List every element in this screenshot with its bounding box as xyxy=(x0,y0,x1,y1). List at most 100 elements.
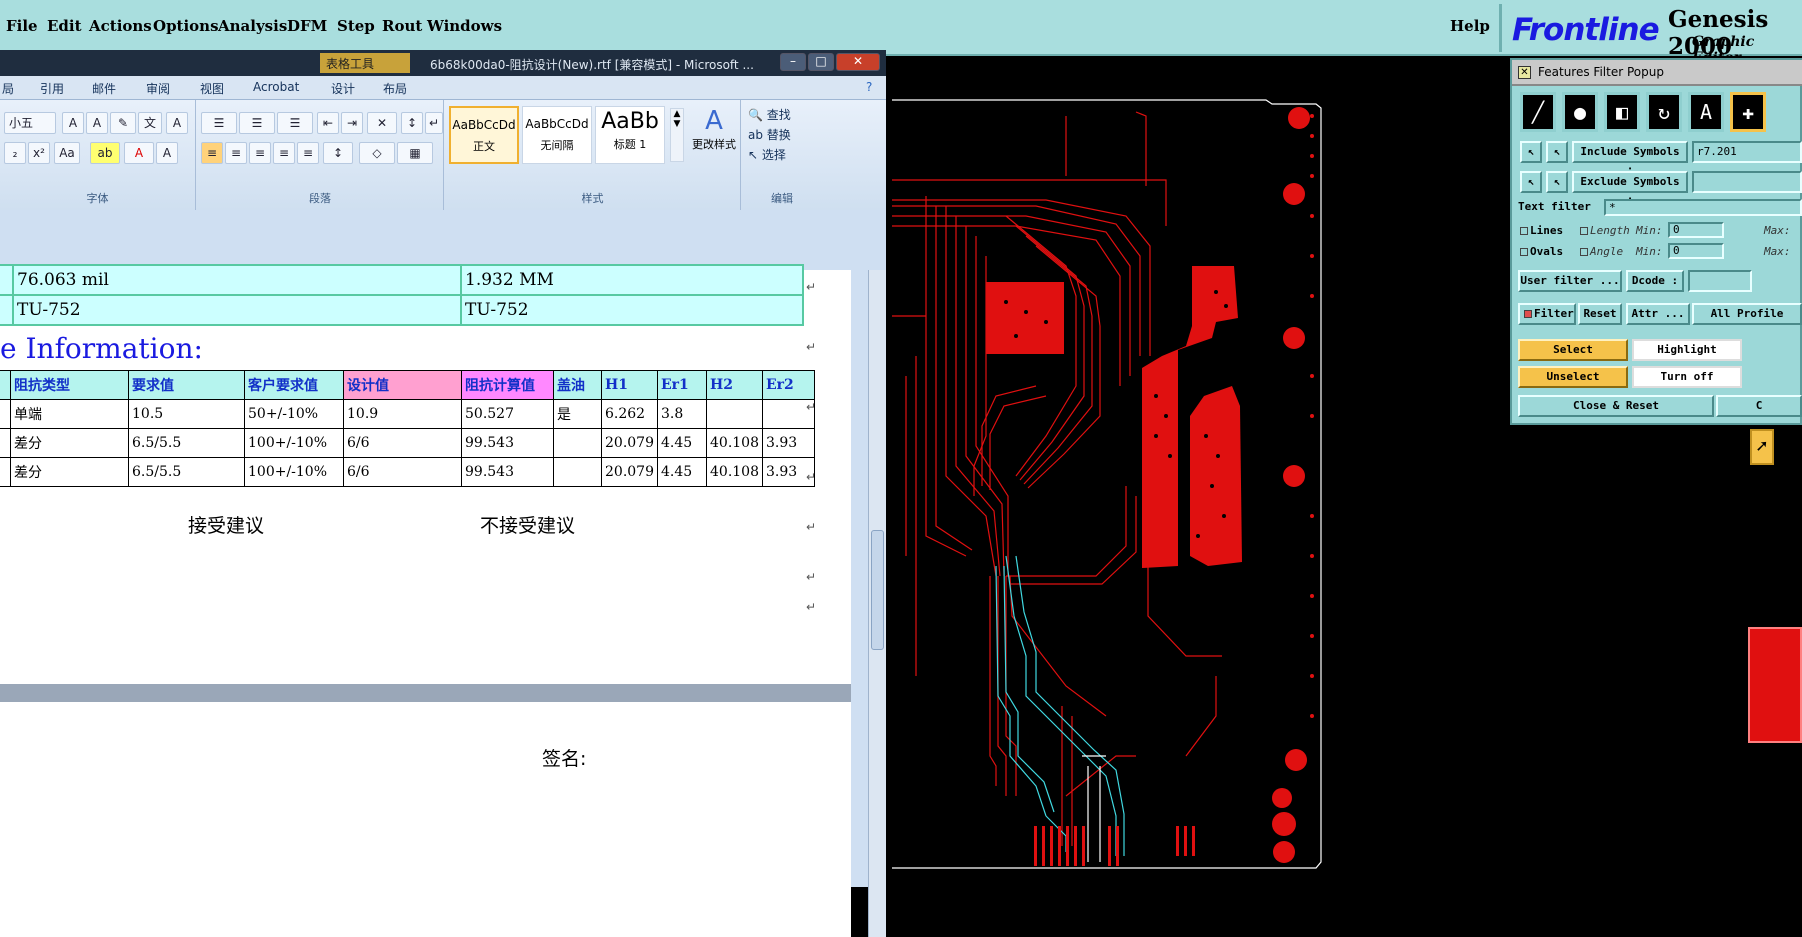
select-button[interactable]: Select xyxy=(1518,339,1628,361)
exclude-arrow-alt-icon[interactable]: ↖ xyxy=(1546,171,1568,193)
table-cell[interactable]: 99.543 xyxy=(461,457,554,487)
exclude-symbols-field[interactable] xyxy=(1692,171,1802,193)
table-cell[interactable]: 1.932 MM xyxy=(460,264,804,296)
table-cell[interactable]: 4.45 xyxy=(657,457,707,487)
length-checkbox[interactable]: Length xyxy=(1580,224,1630,237)
style-normal[interactable]: AaBbCcDd 正文 xyxy=(449,106,519,164)
show-marks-icon[interactable]: ↵ xyxy=(425,112,443,134)
exclude-arrow-icon[interactable]: ↖ xyxy=(1520,171,1542,193)
pad-tool-icon[interactable]: ● xyxy=(1562,92,1598,132)
table-cell[interactable] xyxy=(553,457,602,487)
surface-tool-icon[interactable]: ◧ xyxy=(1604,92,1640,132)
table-cell[interactable]: 3.8 xyxy=(657,399,707,429)
borders-icon[interactable]: ▦ xyxy=(397,142,433,164)
table-cell[interactable]: TU-752 xyxy=(12,294,462,326)
menu-rout[interactable]: Rout xyxy=(382,17,422,35)
chinese-layout-icon[interactable]: ✕ xyxy=(367,112,397,134)
exclude-symbols-button[interactable]: Exclude Symbols : xyxy=(1572,171,1688,206)
cross-tool-icon[interactable]: ✚ xyxy=(1730,92,1766,132)
tab-mailings[interactable]: 邮件 xyxy=(92,80,116,97)
user-filter-button[interactable]: User filter ... xyxy=(1518,270,1622,292)
bullets-icon[interactable]: ☰ xyxy=(201,112,237,134)
align-right-icon[interactable]: ≡ xyxy=(249,142,271,164)
tab-design[interactable]: 设计 xyxy=(331,80,355,97)
table-cell[interactable]: 100+/-10% xyxy=(244,428,344,458)
char-border-icon[interactable]: A xyxy=(166,112,188,134)
attr-button[interactable]: Attr ... xyxy=(1626,303,1690,325)
table-cell[interactable]: 差分 xyxy=(10,457,129,487)
line-tool-icon[interactable]: ╱ xyxy=(1520,92,1556,132)
tab-review[interactable]: 审阅 xyxy=(146,80,170,97)
document-area[interactable]: 76.063 mil 1.932 MM TU-752 TU-752 e Info… xyxy=(0,264,851,937)
table-cell[interactable]: 10.9 xyxy=(343,399,462,429)
menu-dfm[interactable]: DFM xyxy=(287,17,327,35)
distribute-icon[interactable]: ≡ xyxy=(297,142,319,164)
table-cell[interactable]: 40.108 xyxy=(706,457,763,487)
menu-file[interactable]: File xyxy=(6,17,38,35)
phonetic-icon[interactable]: 文 xyxy=(138,112,162,134)
table-cell[interactable]: 单端 xyxy=(10,399,129,429)
table-cell[interactable]: 3.93 xyxy=(762,428,815,458)
tab-acrobat[interactable]: Acrobat xyxy=(253,80,299,94)
shrink-font-icon[interactable]: A xyxy=(86,112,108,134)
menu-windows[interactable]: Windows xyxy=(427,17,502,35)
clear-format-icon[interactable]: ✎ xyxy=(110,112,136,134)
angle-checkbox[interactable]: Angle xyxy=(1580,245,1623,258)
table-cell[interactable] xyxy=(706,399,763,429)
maximize-icon[interactable]: □ xyxy=(808,53,834,71)
table-cell[interactable]: 50+/-10% xyxy=(244,399,344,429)
highlight-button[interactable]: Highlight xyxy=(1632,339,1742,361)
table-cell[interactable]: 20.079 xyxy=(601,457,658,487)
table-cell[interactable]: 6.5/5.5 xyxy=(128,428,245,458)
sort-icon[interactable]: ↕ xyxy=(401,112,423,134)
filter-toggle[interactable]: Filter xyxy=(1518,303,1576,325)
change-case-icon[interactable]: Aa xyxy=(54,142,80,164)
help-icon[interactable]: ? xyxy=(866,80,872,94)
include-symbols-button[interactable]: Include Symbols : xyxy=(1572,141,1688,176)
find-button[interactable]: 🔍 查找 xyxy=(748,106,791,123)
menu-options[interactable]: Options xyxy=(153,17,219,35)
vertical-scrollbar[interactable] xyxy=(868,270,886,937)
styles-scroll-icon[interactable]: ▲ ▼ xyxy=(670,108,684,162)
tab-references[interactable]: 引用 xyxy=(40,80,64,97)
line-spacing-icon[interactable]: ↕ xyxy=(323,142,353,164)
decrease-indent-icon[interactable]: ⇤ xyxy=(317,112,339,134)
include-arrow-icon[interactable]: ↖ xyxy=(1520,141,1542,163)
scrollbar-thumb[interactable] xyxy=(871,530,884,650)
arc-tool-icon[interactable]: ↻ xyxy=(1646,92,1682,132)
popup-close-icon[interactable]: ✕ xyxy=(1518,66,1531,79)
text-filter-field[interactable]: * xyxy=(1604,199,1802,216)
tab-view[interactable]: 视图 xyxy=(200,80,224,97)
table-cell[interactable]: 6/6 xyxy=(343,428,462,458)
change-styles-button[interactable]: A 更改样式 xyxy=(689,106,739,166)
menu-actions[interactable]: Actions xyxy=(89,17,152,35)
table-cell[interactable]: 10.5 xyxy=(128,399,245,429)
table-cell[interactable]: 6/6 xyxy=(343,457,462,487)
table-cell[interactable]: 20.079 xyxy=(601,428,658,458)
menu-step[interactable]: Step xyxy=(337,17,375,35)
close-reset-button[interactable]: Close & Reset xyxy=(1518,395,1714,417)
align-left-icon[interactable]: ≡ xyxy=(201,142,223,164)
tab-table-layout[interactable]: 布局 xyxy=(383,80,407,97)
tab-layout-partial[interactable]: 局 xyxy=(2,80,14,97)
text-tool-icon[interactable]: A xyxy=(1688,92,1724,132)
increase-indent-icon[interactable]: ⇥ xyxy=(341,112,363,134)
table-cell[interactable]: 6.262 xyxy=(601,399,658,429)
include-symbols-field[interactable]: r7.201 xyxy=(1692,141,1802,163)
reset-button[interactable]: Reset xyxy=(1578,303,1622,325)
table-cell[interactable]: 99.543 xyxy=(461,428,554,458)
pcb-graphic-canvas[interactable] xyxy=(886,56,1520,887)
table-cell[interactable]: 40.108 xyxy=(706,428,763,458)
justify-icon[interactable]: ≡ xyxy=(273,142,295,164)
unselect-button[interactable]: Unselect xyxy=(1518,366,1628,388)
highlight-color-icon[interactable]: ab xyxy=(90,142,120,164)
char-shading-icon[interactable]: A xyxy=(156,142,178,164)
close-icon[interactable]: ✕ xyxy=(836,53,880,71)
replace-button[interactable]: ab 替换 xyxy=(748,126,791,143)
table-cell[interactable] xyxy=(553,428,602,458)
menu-edit[interactable]: Edit xyxy=(47,17,82,35)
superscript-icon[interactable]: x² xyxy=(28,142,50,164)
include-arrow-alt-icon[interactable]: ↖ xyxy=(1546,141,1568,163)
all-profile-button[interactable]: All Profile xyxy=(1692,303,1802,325)
table-cell[interactable]: 100+/-10% xyxy=(244,457,344,487)
